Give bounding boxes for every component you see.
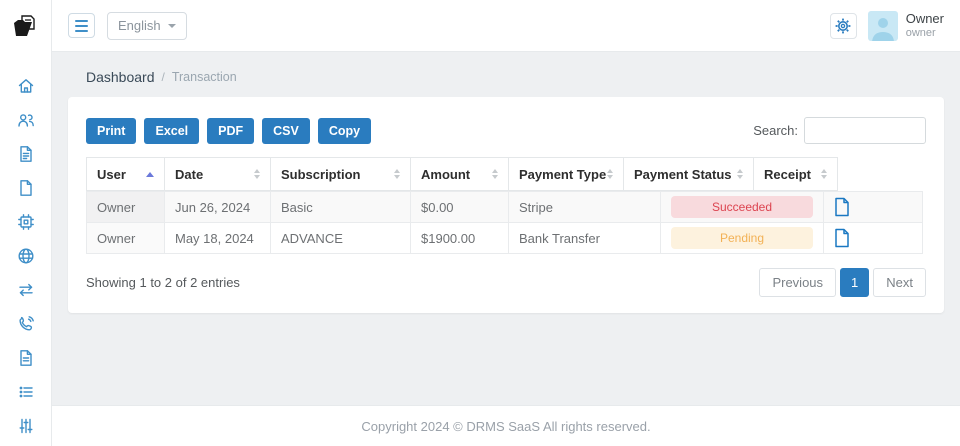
status-badge: Succeeded <box>671 196 813 218</box>
file-report-icon <box>16 348 36 368</box>
sidebar-item-documents[interactable] <box>16 144 36 164</box>
sidebar-item-users[interactable] <box>16 110 36 130</box>
person-icon <box>868 13 898 41</box>
sidebar-toggle-button[interactable] <box>68 13 95 38</box>
sidebar-item-transactions[interactable] <box>16 280 36 300</box>
user-avatar[interactable] <box>868 11 898 41</box>
column-header-subscription[interactable]: Subscription <box>271 158 411 191</box>
table-row: Owner Jun 26, 2024 Basic $0.00 Stripe Su… <box>87 192 923 223</box>
pagination: Previous 1 Next <box>759 268 926 297</box>
sidebar-item-settings[interactable] <box>16 416 36 436</box>
status-badge: Pending <box>671 227 813 249</box>
user-role: owner <box>906 27 944 40</box>
excel-button[interactable]: Excel <box>144 118 199 144</box>
cpu-icon <box>16 212 36 232</box>
receipt-file-icon[interactable] <box>834 197 850 217</box>
language-dropdown[interactable]: English <box>107 12 187 40</box>
cell-subscription: ADVANCE <box>271 223 411 254</box>
pdf-button[interactable]: PDF <box>207 118 254 144</box>
cell-receipt <box>824 223 923 254</box>
sort-icon <box>492 169 498 179</box>
user-name: Owner <box>906 12 944 27</box>
column-header-date[interactable]: Date <box>165 158 271 191</box>
cell-user: Owner <box>87 223 165 254</box>
globe-icon <box>16 246 36 266</box>
cell-payment-type: Bank Transfer <box>509 223 661 254</box>
search-input[interactable] <box>804 117 926 144</box>
open-folder-logo-icon <box>12 14 39 39</box>
footer: Copyright 2024 © DRMS SaaS All rights re… <box>52 405 960 446</box>
language-label: English <box>118 18 161 33</box>
list-icon <box>16 382 36 402</box>
receipt-file-icon[interactable] <box>834 228 850 248</box>
sidebar <box>0 0 52 446</box>
transaction-card: Print Excel PDF CSV Copy Search: User Da… <box>68 97 944 313</box>
sliders-icon <box>16 416 36 436</box>
table-footer-row: Showing 1 to 2 of 2 entries Previous 1 N… <box>86 268 926 297</box>
cell-payment-status: Pending <box>661 223 824 254</box>
sidebar-item-reports[interactable] <box>16 348 36 368</box>
sort-icon <box>254 169 260 179</box>
cell-payment-type: Stripe <box>509 192 661 223</box>
cell-date: May 18, 2024 <box>165 223 271 254</box>
copyright-text: Copyright 2024 © DRMS SaaS All rights re… <box>361 419 650 434</box>
breadcrumb-dashboard[interactable]: Dashboard <box>86 69 155 85</box>
breadcrumb: Dashboard / Transaction <box>52 52 960 85</box>
sort-icon <box>394 169 400 179</box>
search-label: Search: <box>753 123 798 138</box>
next-page-button[interactable]: Next <box>873 268 926 297</box>
topbar-right: Owner owner <box>830 11 944 41</box>
cell-subscription: Basic <box>271 192 411 223</box>
cell-payment-status: Succeeded <box>661 192 824 223</box>
app-logo[interactable] <box>0 0 51 52</box>
sidebar-nav <box>0 52 51 446</box>
file-text-icon <box>16 144 36 164</box>
column-header-amount[interactable]: Amount <box>411 158 509 191</box>
file-icon <box>16 178 36 198</box>
column-header-receipt[interactable]: Receipt <box>754 158 838 191</box>
column-header-payment-status[interactable]: Payment Status <box>624 158 754 191</box>
transfer-arrows-icon <box>16 280 36 300</box>
print-button[interactable]: Print <box>86 118 136 144</box>
users-icon <box>16 110 36 130</box>
transaction-table: Owner Jun 26, 2024 Basic $0.00 Stripe Su… <box>86 191 923 254</box>
entries-info: Showing 1 to 2 of 2 entries <box>86 275 240 290</box>
transaction-table-header: User Date Subscription Amount Payment Ty… <box>86 157 838 191</box>
phone-icon <box>16 314 36 334</box>
hamburger-icon <box>75 20 88 22</box>
cell-user: Owner <box>87 192 165 223</box>
column-header-payment-type[interactable]: Payment Type <box>509 158 624 191</box>
sort-icon <box>821 169 827 179</box>
cell-amount: $1900.00 <box>411 223 509 254</box>
breadcrumb-current: Transaction <box>172 70 237 84</box>
sort-icon <box>607 169 613 179</box>
search-wrap: Search: <box>753 117 926 144</box>
home-icon <box>16 76 36 96</box>
chevron-down-icon <box>168 24 176 28</box>
table-row: Owner May 18, 2024 ADVANCE $1900.00 Bank… <box>87 223 923 254</box>
sort-asc-icon <box>146 172 154 177</box>
sidebar-item-home[interactable] <box>16 76 36 96</box>
user-meta: Owner owner <box>906 12 944 40</box>
previous-page-button[interactable]: Previous <box>759 268 836 297</box>
csv-button[interactable]: CSV <box>262 118 310 144</box>
breadcrumb-separator: / <box>162 70 165 84</box>
page-1-button[interactable]: 1 <box>840 268 869 297</box>
gear-icon <box>835 18 851 34</box>
sidebar-item-web[interactable] <box>16 246 36 266</box>
sort-icon <box>737 169 743 179</box>
cell-receipt <box>824 192 923 223</box>
sidebar-item-files[interactable] <box>16 178 36 198</box>
cell-amount: $0.00 <box>411 192 509 223</box>
column-header-user[interactable]: User <box>87 158 165 191</box>
main-content: Dashboard / Transaction Print Excel PDF … <box>52 52 960 405</box>
cell-date: Jun 26, 2024 <box>165 192 271 223</box>
sidebar-item-modules[interactable] <box>16 212 36 232</box>
topbar: English Owner owner <box>52 0 960 52</box>
sidebar-item-support[interactable] <box>16 314 36 334</box>
sidebar-item-lists[interactable] <box>16 382 36 402</box>
settings-button[interactable] <box>830 13 857 39</box>
table-toolbar: Print Excel PDF CSV Copy Search: <box>86 117 926 144</box>
copy-button[interactable]: Copy <box>318 118 371 144</box>
